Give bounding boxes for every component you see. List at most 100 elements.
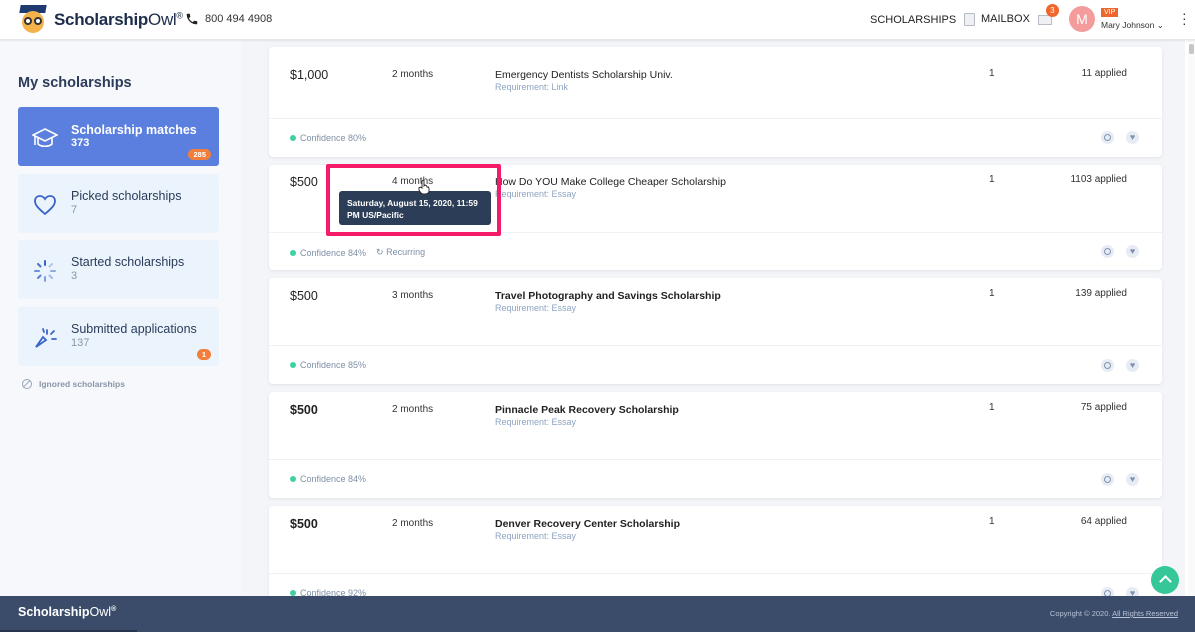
more-menu-icon[interactable]: · · ·	[1182, 6, 1187, 30]
requirement: Requirement: Link	[495, 82, 569, 92]
favorite-heart-icon[interactable]: ♥	[1126, 587, 1139, 596]
ignore-button[interactable]	[1101, 131, 1114, 144]
sidebar-item-scholarship-matches[interactable]: Scholarship matches 373 285	[18, 107, 219, 166]
confidence-dot-icon	[290, 476, 296, 482]
favorite-heart-icon[interactable]: ♥	[1126, 245, 1139, 258]
ignored-scholarships-link[interactable]: Ignored scholarships	[22, 379, 125, 389]
confidence: Confidence 92%	[290, 588, 366, 596]
sidebar-item-started[interactable]: Started scholarships 3	[18, 240, 219, 299]
divider	[269, 573, 1162, 574]
scholarship-card[interactable]: $1,000 2 months Emergency Dentists Schol…	[269, 47, 1162, 157]
scrollbar-thumb[interactable]	[1189, 44, 1194, 54]
sidebar-item-count: 373	[71, 137, 90, 149]
applied-count: 1103 applied	[1070, 174, 1127, 185]
ignored-label: Ignored scholarships	[39, 379, 125, 389]
ignore-button[interactable]	[1101, 359, 1114, 372]
confidence-dot-icon	[290, 249, 296, 256]
owl-logo-icon	[18, 5, 48, 35]
document-icon	[964, 13, 976, 26]
confidence: Confidence 85%	[290, 360, 366, 370]
sidebar-item-label: Submitted applications	[71, 322, 197, 336]
sidebar-title: My scholarships	[18, 75, 132, 91]
footer-logo[interactable]: ScholarshipOwl®	[18, 605, 116, 619]
confidence-dot-icon	[290, 135, 296, 141]
count-badge: 1	[196, 349, 211, 360]
amount: $1,000	[290, 68, 329, 82]
scholarship-list: $1,000 2 months Emergency Dentists Schol…	[241, 40, 1185, 596]
favorite-heart-icon[interactable]: ♥	[1126, 131, 1139, 144]
user-menu[interactable]: Mary Johnson ⌄	[1101, 20, 1164, 31]
sidebar-item-label: Started scholarships	[71, 255, 185, 269]
sidebar-item-submitted[interactable]: Submitted applications 137 1	[18, 307, 219, 366]
nav-mailbox[interactable]: MAILBOX 3	[981, 4, 1059, 25]
confidence-dot-icon	[290, 362, 296, 368]
favorite-heart-icon[interactable]: ♥	[1126, 359, 1139, 372]
scholarship-name[interactable]: Pinnacle Peak Recovery Scholarship	[495, 404, 679, 416]
ignore-button[interactable]	[1101, 245, 1114, 258]
deadline[interactable]: 2 months	[392, 518, 433, 529]
confidence: Confidence 84%	[290, 474, 366, 484]
hand-cursor-icon	[418, 180, 430, 194]
footer: ScholarshipOwl® Copyright © 2020. All Ri…	[0, 596, 1195, 632]
awards-count: 1	[989, 174, 995, 185]
top-bar: ScholarshipOwl® 800 494 4908 SCHOLARSHIP…	[0, 0, 1195, 40]
awards-count: 1	[989, 516, 995, 527]
scrollbar[interactable]	[1188, 40, 1195, 596]
scholarship-name[interactable]: Travel Photography and Savings Scholarsh…	[495, 290, 721, 302]
requirement: Requirement: Essay	[495, 417, 577, 427]
deadline-tooltip: Saturday, August 15, 2020, 11:59 PM US/P…	[339, 191, 491, 225]
divider	[269, 459, 1162, 460]
rights-link[interactable]: All Rights Reserved	[1112, 609, 1178, 618]
amount: $500	[290, 175, 318, 189]
confidence: Confidence 80%	[290, 133, 366, 143]
vip-badge: VIP	[1101, 8, 1119, 17]
mail-badge: 3	[1045, 4, 1059, 17]
sidebar-item-picked[interactable]: Picked scholarships 7	[18, 174, 219, 233]
sidebar: My scholarships Scholarship matches 373 …	[0, 40, 241, 596]
brand-name: ScholarshipOwl®	[54, 10, 183, 29]
scholarship-card[interactable]: $500 2 months Pinnacle Peak Recovery Sch…	[269, 392, 1162, 498]
deadline[interactable]: 2 months	[392, 69, 433, 80]
requirement: Requirement: Essay	[495, 531, 577, 541]
divider	[269, 118, 1162, 119]
sparkle-submit-icon	[35, 328, 57, 348]
logo[interactable]: ScholarshipOwl®	[18, 5, 183, 35]
divider	[269, 345, 1162, 346]
sidebar-item-count: 137	[71, 337, 90, 349]
amount: $500	[290, 403, 318, 417]
recurring-label: ↻ Recurring	[376, 247, 426, 257]
awards-count: 1	[989, 288, 995, 299]
deadline[interactable]: 2 months	[392, 404, 433, 415]
scholarship-name[interactable]: How Do YOU Make College Cheaper Scholars…	[495, 176, 726, 188]
sidebar-item-label: Picked scholarships	[71, 189, 182, 203]
spinner-icon	[34, 260, 56, 282]
amount: $500	[290, 289, 318, 303]
phone-contact[interactable]: 800 494 4908	[185, 12, 272, 26]
phone-number: 800 494 4908	[205, 13, 273, 25]
awards-count: 1	[989, 68, 995, 79]
awards-count: 1	[989, 402, 995, 413]
scholarship-card[interactable]: $500 2 months Denver Recovery Center Sch…	[269, 506, 1162, 596]
ignore-button[interactable]	[1101, 587, 1114, 596]
avatar[interactable]: M	[1069, 6, 1095, 32]
ignore-button[interactable]	[1101, 473, 1114, 486]
scholarship-name[interactable]: Denver Recovery Center Scholarship	[495, 518, 680, 530]
scholarship-card[interactable]: $500 3 months Travel Photography and Sav…	[269, 278, 1162, 384]
heart-icon	[34, 195, 56, 216]
applied-count: 139 applied	[1075, 288, 1127, 299]
amount: $500	[290, 517, 318, 531]
graduation-cap-icon	[32, 128, 58, 148]
favorite-heart-icon[interactable]: ♥	[1126, 473, 1139, 486]
phone-icon	[186, 13, 198, 25]
deadline[interactable]: 3 months	[392, 290, 433, 301]
count-badge: 285	[188, 149, 211, 160]
sidebar-item-label: Scholarship matches	[71, 123, 197, 137]
applied-count: 11 applied	[1081, 68, 1127, 79]
applied-count: 75 applied	[1080, 402, 1127, 413]
requirement: Requirement: Essay	[495, 303, 577, 313]
nav-scholarships[interactable]: SCHOLARSHIPS	[870, 13, 976, 26]
scholarship-name[interactable]: Emergency Dentists Scholarship Univ.	[495, 69, 673, 81]
sidebar-item-count: 3	[71, 270, 78, 282]
scroll-to-top-button[interactable]	[1151, 566, 1179, 594]
sidebar-item-count: 7	[71, 204, 78, 216]
